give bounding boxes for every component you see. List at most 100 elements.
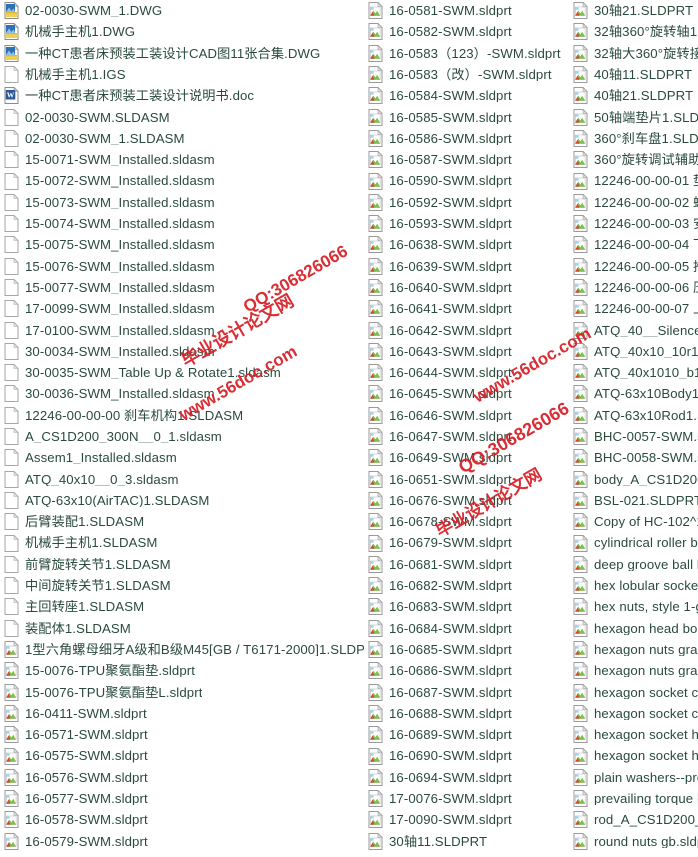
- file-list-item[interactable]: Copy of HC-102^1.sldprt: [573, 511, 698, 532]
- file-list-item[interactable]: 机械手主机1.DWG: [4, 21, 364, 42]
- file-list-item[interactable]: 17-0090-SWM.sldprt: [368, 809, 574, 830]
- file-list-item[interactable]: 16-0638-SWM.sldprt: [368, 234, 574, 255]
- file-list-item[interactable]: 16-0585-SWM.sldprt: [368, 106, 574, 127]
- file-list-item[interactable]: ATQ_40x1010_b1.sldprt: [573, 362, 698, 383]
- file-list-item[interactable]: 17-0099-SWM_Installed.sldasm: [4, 298, 364, 319]
- file-list-item[interactable]: ATQ_40x10__0_3.sldasm: [4, 469, 364, 490]
- file-list-item[interactable]: 16-0586-SWM.sldprt: [368, 128, 574, 149]
- file-list-item[interactable]: hexagon nuts grade b.sldprt: [573, 660, 698, 681]
- file-list-item[interactable]: 一种CT患者床预装工装设计CAD图11张合集.DWG: [4, 43, 364, 64]
- file-list-item[interactable]: hexagon socket countersunk.sldprt: [573, 682, 698, 703]
- file-list-item[interactable]: hexagon socket head.sldprt: [573, 724, 698, 745]
- file-list-item[interactable]: 16-0688-SWM.sldprt: [368, 703, 574, 724]
- file-list-item[interactable]: 15-0071-SWM_Installed.sldasm: [4, 149, 364, 170]
- file-list-item[interactable]: 16-0575-SWM.sldprt: [4, 745, 364, 766]
- file-list-item[interactable]: hexagon head bolt.sldprt: [573, 618, 698, 639]
- file-list-item[interactable]: ATQ-63x10(AirTAC)1.SLDASM: [4, 490, 364, 511]
- file-list-item[interactable]: 16-0583（改）-SWM.sldprt: [368, 64, 574, 85]
- file-list-item[interactable]: 30-0036-SWM_Installed.sldasm: [4, 383, 364, 404]
- file-list-item[interactable]: hexagon nuts grade.sldprt: [573, 639, 698, 660]
- file-list-item[interactable]: 16-0593-SWM.sldprt: [368, 213, 574, 234]
- file-list-item[interactable]: 16-0576-SWM.sldprt: [4, 767, 364, 788]
- file-list-item[interactable]: body_A_CS1D200_300N.sldprt: [573, 469, 698, 490]
- file-list-item[interactable]: 16-0686-SWM.sldprt: [368, 660, 574, 681]
- file-list-item[interactable]: 50轴端垫片1.SLDPRT: [573, 106, 698, 127]
- file-list-item[interactable]: 15-0076-TPU聚氨酯垫L.sldprt: [4, 682, 364, 703]
- file-list-item[interactable]: 16-0578-SWM.sldprt: [4, 809, 364, 830]
- file-list-item[interactable]: BHC-0057-SWM.sldprt: [573, 426, 698, 447]
- file-list-item[interactable]: 16-0582-SWM.sldprt: [368, 21, 574, 42]
- file-list-item[interactable]: 12246-00-00-03 安装板.SLDPRT: [573, 213, 698, 234]
- file-list-item[interactable]: round nuts gb.sldprt: [573, 831, 698, 852]
- file-list-item[interactable]: 360°刹车盘1.SLDPRT: [573, 128, 698, 149]
- file-list-item[interactable]: A_CS1D200_300N__0_1.sldasm: [4, 426, 364, 447]
- file-list-item[interactable]: 15-0076-TPU聚氨酯垫.sldprt: [4, 660, 364, 681]
- file-list-item[interactable]: 16-0645-SWM.sldprt: [368, 383, 574, 404]
- file-list-item[interactable]: ATQ-63x10Rod1.SLDPRT: [573, 405, 698, 426]
- file-list-item[interactable]: 16-0678-SWM.sldprt: [368, 511, 574, 532]
- file-list-item[interactable]: prevailing torque hex nuts.sldprt: [573, 788, 698, 809]
- file-list-item[interactable]: 32轴大360°旋转接头1.SLDPRT: [573, 43, 698, 64]
- file-list-item[interactable]: 机械手主机1.IGS: [4, 64, 364, 85]
- file-list-item[interactable]: 16-0579-SWM.sldprt: [4, 831, 364, 852]
- file-list-item[interactable]: 12246-00-00-01 垫板.SLDPRT: [573, 170, 698, 191]
- file-list-item[interactable]: 12246-00-00-06 压块.SLDPRT: [573, 277, 698, 298]
- file-list-item[interactable]: 16-0689-SWM.sldprt: [368, 724, 574, 745]
- file-list-item[interactable]: 12246-00-00-05 推杆.SLDPRT: [573, 256, 698, 277]
- file-list-item[interactable]: 机械手主机1.SLDASM: [4, 532, 364, 553]
- file-list-item[interactable]: 16-0639-SWM.sldprt: [368, 256, 574, 277]
- file-list-item[interactable]: 32轴360°旋转轴1.SLDPRT: [573, 21, 698, 42]
- file-list-item[interactable]: 02-0030-SWM.SLDASM: [4, 106, 364, 127]
- file-list-item[interactable]: 12246-00-00-00 刹车机构1.SLDASM: [4, 405, 364, 426]
- file-list-item[interactable]: 1型六角螺母细牙A级和B级M45[GB / T6171-2000]1.SLDPR…: [4, 639, 364, 660]
- file-list-item[interactable]: 30轴21.SLDPRT: [573, 0, 698, 21]
- file-list-item[interactable]: 40轴11.SLDPRT: [573, 64, 698, 85]
- file-list-item[interactable]: ATQ_40x10_10r1.sldprt: [573, 341, 698, 362]
- file-list-item[interactable]: 16-0584-SWM.sldprt: [368, 85, 574, 106]
- file-list-item[interactable]: hex lobular socket.sldprt: [573, 575, 698, 596]
- file-list-item[interactable]: 16-0684-SWM.sldprt: [368, 618, 574, 639]
- file-list-item[interactable]: 16-0687-SWM.sldprt: [368, 682, 574, 703]
- file-list-item[interactable]: 16-0642-SWM.sldprt: [368, 319, 574, 340]
- file-list-item[interactable]: 30轴11.SLDPRT: [368, 831, 574, 852]
- file-list-item[interactable]: W 一种CT患者床预装工装设计说明书.doc: [4, 85, 364, 106]
- file-list-item[interactable]: 30-0035-SWM_Table Up & Rotate1.sldasm: [4, 362, 364, 383]
- file-list-item[interactable]: 16-0577-SWM.sldprt: [4, 788, 364, 809]
- file-list-item[interactable]: Assem1_Installed.sldasm: [4, 447, 364, 468]
- file-list-item[interactable]: 17-0076-SWM.sldprt: [368, 788, 574, 809]
- file-list-item[interactable]: 16-0647-SWM.sldprt: [368, 426, 574, 447]
- file-list-item[interactable]: 16-0587-SWM.sldprt: [368, 149, 574, 170]
- file-list-item[interactable]: 02-0030-SWM_1.SLDASM: [4, 128, 364, 149]
- file-list-item[interactable]: 12246-00-00-04 下压板.SLDPRT: [573, 234, 698, 255]
- file-list-item[interactable]: plain washers--product.sldprt: [573, 767, 698, 788]
- file-list-item[interactable]: 12246-00-00-07 上压板.SLDPRT: [573, 298, 698, 319]
- file-list-item[interactable]: hexagon socket countersunk head.sldprt: [573, 703, 698, 724]
- file-list-item[interactable]: 16-0571-SWM.sldprt: [4, 724, 364, 745]
- file-list-item[interactable]: 后臂装配1.SLDASM: [4, 511, 364, 532]
- file-list-item[interactable]: 16-0592-SWM.sldprt: [368, 192, 574, 213]
- file-list-item[interactable]: 16-0682-SWM.sldprt: [368, 575, 574, 596]
- file-list-item[interactable]: 16-0685-SWM.sldprt: [368, 639, 574, 660]
- file-list-item[interactable]: cylindrical roller bearing.sldprt: [573, 532, 698, 553]
- file-list-item[interactable]: ATQ_40__Silencer1.SLDPRT: [573, 319, 698, 340]
- file-list-item[interactable]: 15-0076-SWM_Installed.sldasm: [4, 256, 364, 277]
- file-list-item[interactable]: 前臂旋转关节1.SLDASM: [4, 554, 364, 575]
- file-list-item[interactable]: ATQ-63x10Body1.SLDPRT: [573, 383, 698, 404]
- file-list-item[interactable]: 16-0583（123）-SWM.sldprt: [368, 43, 574, 64]
- file-list-item[interactable]: 16-0411-SWM.sldprt: [4, 703, 364, 724]
- file-list-item[interactable]: 30-0034-SWM_Installed.sldasm: [4, 341, 364, 362]
- file-list-item[interactable]: 16-0644-SWM.sldprt: [368, 362, 574, 383]
- file-list-item[interactable]: 16-0649-SWM.sldprt: [368, 447, 574, 468]
- file-list-item[interactable]: 16-0640-SWM.sldprt: [368, 277, 574, 298]
- file-list-item[interactable]: 装配体1.SLDASM: [4, 618, 364, 639]
- file-list-item[interactable]: 16-0694-SWM.sldprt: [368, 767, 574, 788]
- file-list-item[interactable]: 16-0679-SWM.sldprt: [368, 532, 574, 553]
- file-list-item[interactable]: 16-0581-SWM.sldprt: [368, 0, 574, 21]
- file-list-item[interactable]: BSL-021.SLDPRT: [573, 490, 698, 511]
- file-list-item[interactable]: 40轴21.SLDPRT: [573, 85, 698, 106]
- file-list-item[interactable]: 15-0072-SWM_Installed.sldasm: [4, 170, 364, 191]
- file-list-item[interactable]: 16-0646-SWM.sldprt: [368, 405, 574, 426]
- file-list-item[interactable]: 16-0690-SWM.sldprt: [368, 745, 574, 766]
- file-list-item[interactable]: 主回转座1.SLDASM: [4, 596, 364, 617]
- file-list-item[interactable]: 17-0100-SWM_Installed.sldasm: [4, 319, 364, 340]
